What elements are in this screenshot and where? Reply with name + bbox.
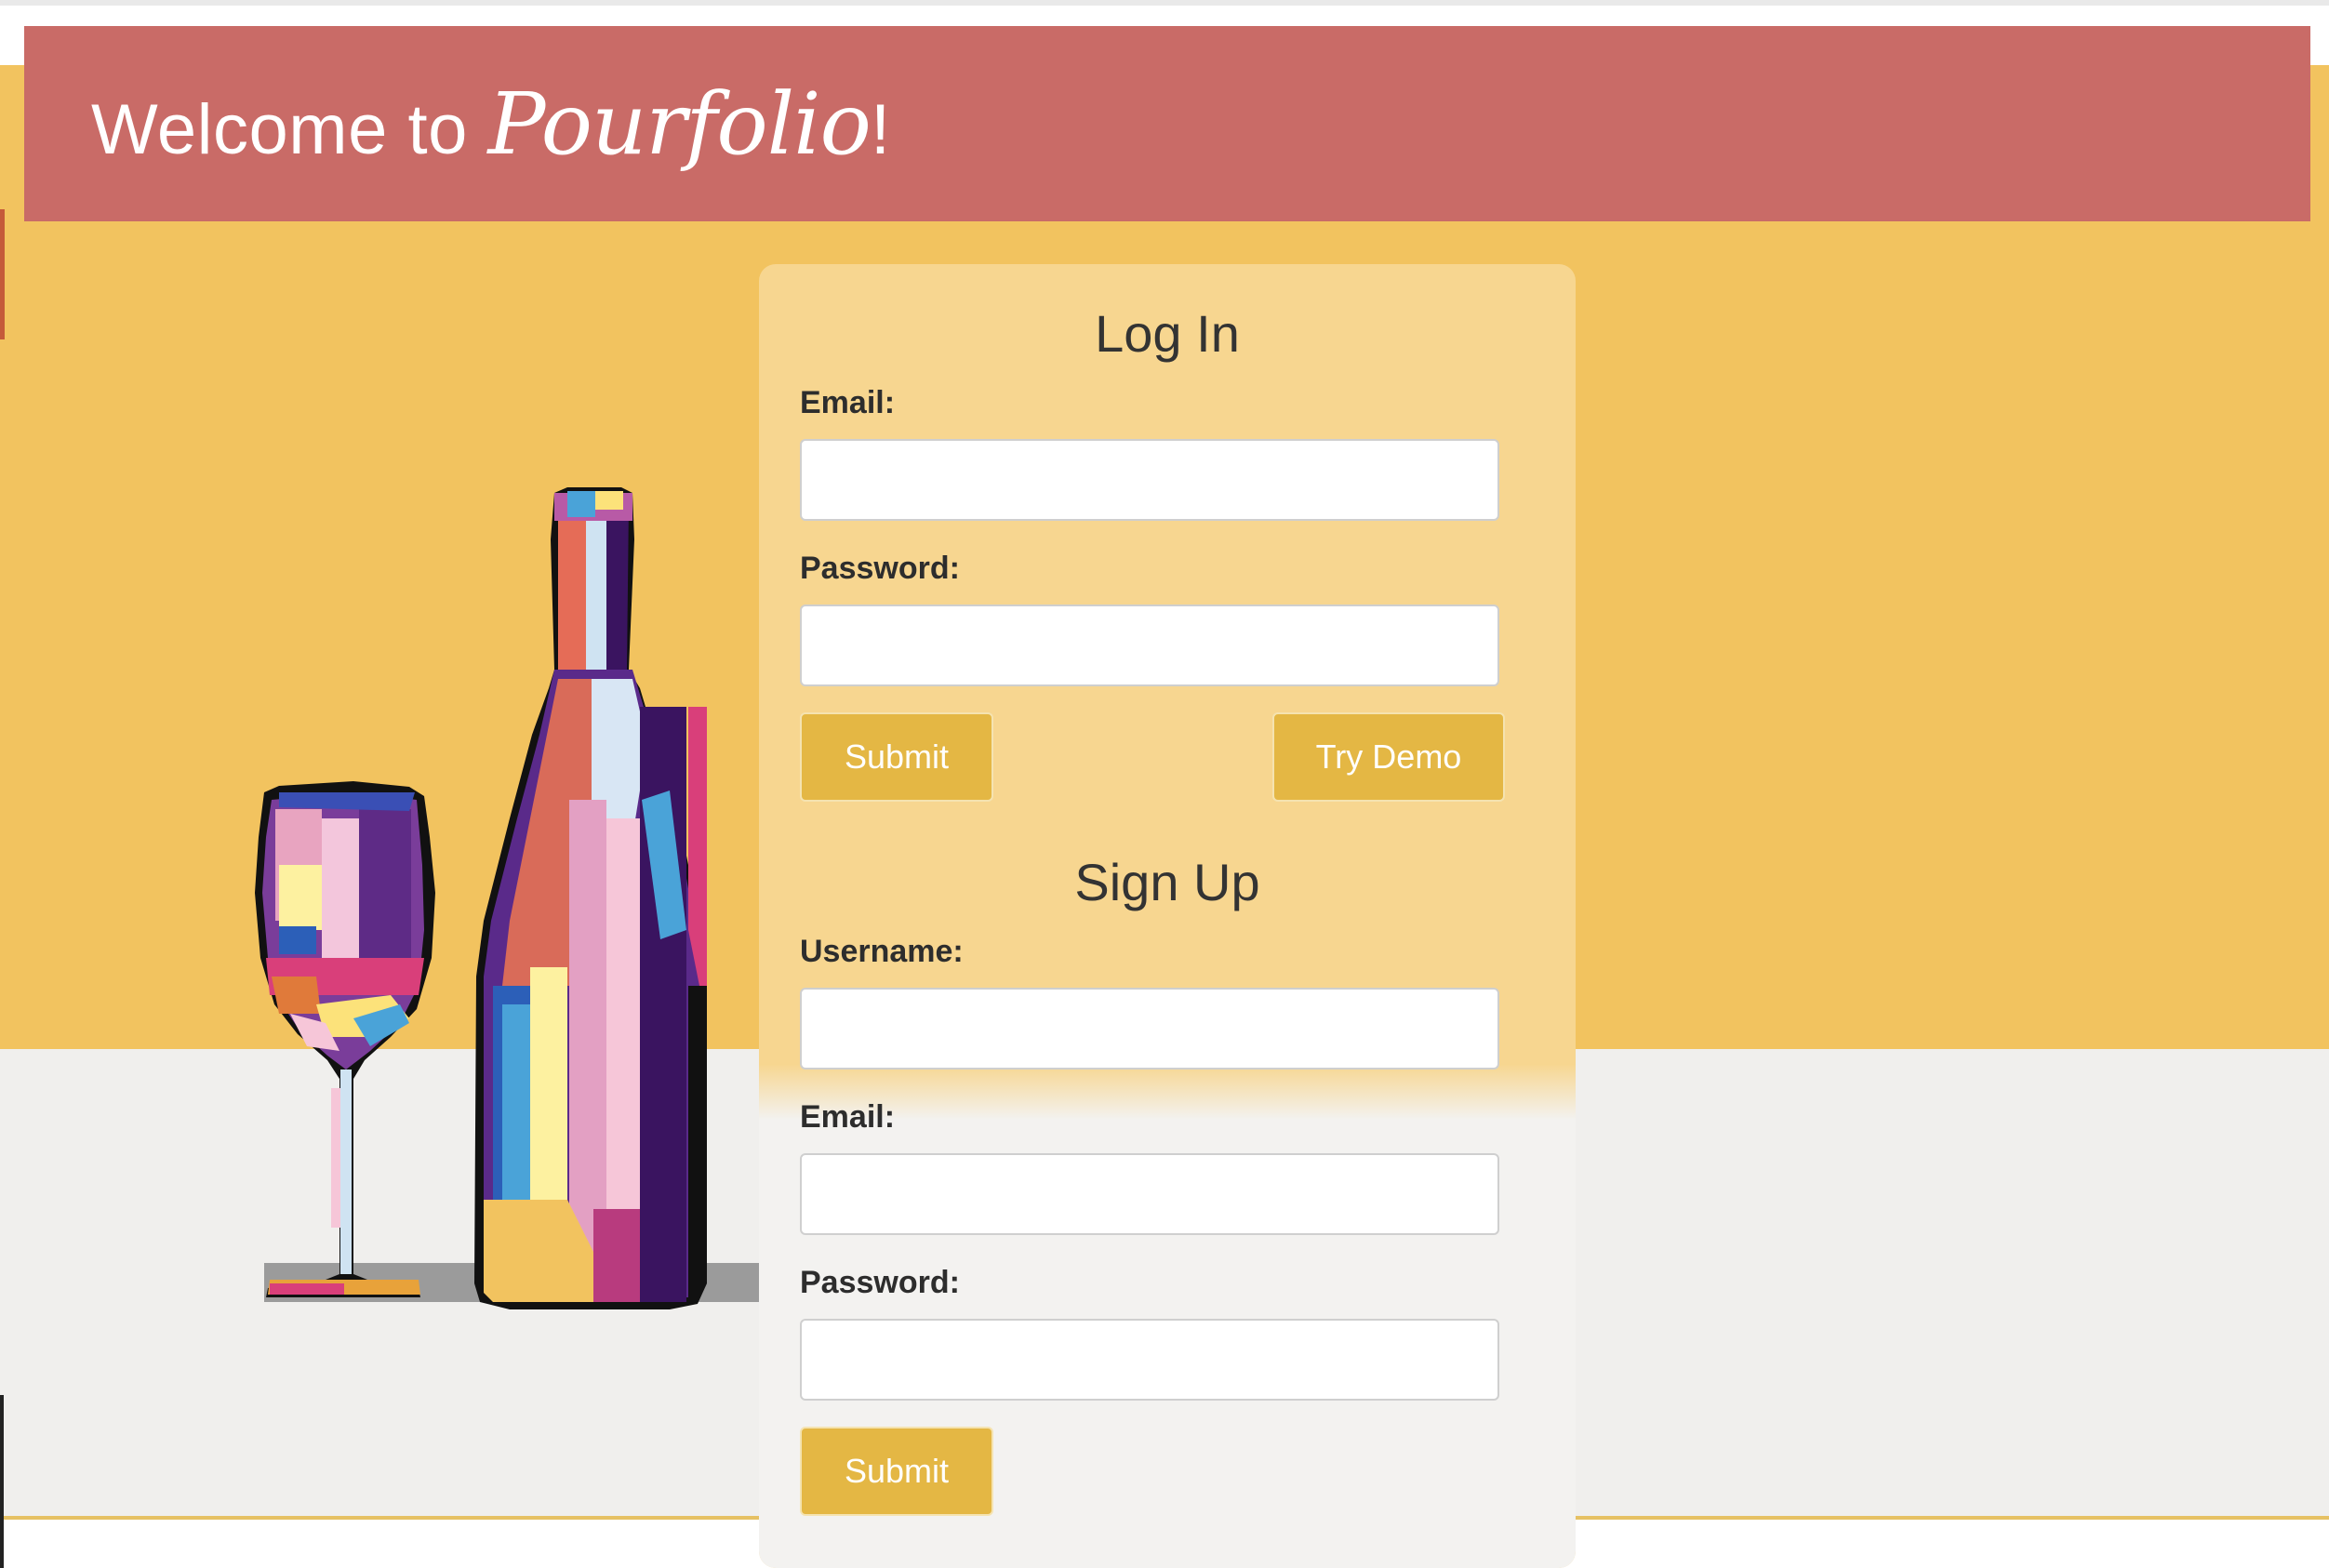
signup-email-label: Email: xyxy=(800,1099,896,1135)
left-edge-dark xyxy=(0,1395,4,1568)
signup-title: Sign Up xyxy=(1074,853,1260,911)
signup-username-label: Username: xyxy=(800,934,964,969)
login-password-label: Password: xyxy=(800,551,960,586)
signup-email-input[interactable] xyxy=(800,1153,1499,1235)
try-demo-button[interactable]: Try Demo xyxy=(1272,712,1505,802)
auth-card: Log In Email: Password: Submit Try Demo … xyxy=(759,264,1576,1568)
signup-username-input[interactable] xyxy=(800,988,1499,1070)
login-email-input[interactable] xyxy=(800,439,1499,521)
title-suffix: ! xyxy=(870,90,891,169)
page: Welcome to Pourfolio! Log In Email: Pass… xyxy=(0,0,2329,1568)
wine-bottle-icon xyxy=(474,487,707,1309)
signup-password-input[interactable] xyxy=(800,1319,1499,1401)
login-email-label: Email: xyxy=(800,385,896,420)
signup-password-label: Password: xyxy=(800,1265,960,1300)
login-title: Log In xyxy=(1095,304,1240,363)
wine-glass-icon xyxy=(255,781,435,1297)
login-password-input[interactable] xyxy=(800,605,1499,686)
wine-bottle-and-glass-illustration xyxy=(255,487,707,1309)
signup-submit-button[interactable]: Submit xyxy=(800,1427,993,1516)
login-submit-button[interactable]: Submit xyxy=(800,712,993,802)
